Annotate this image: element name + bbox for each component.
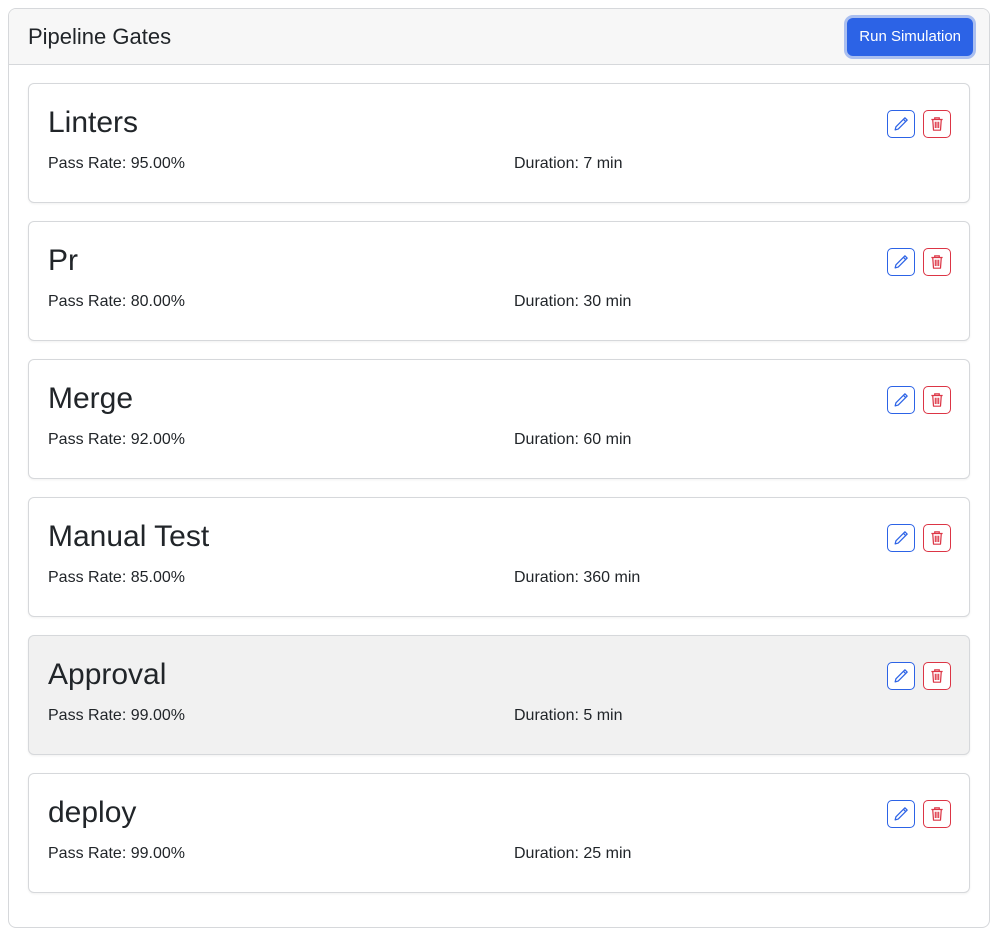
edit-button[interactable] xyxy=(887,110,915,138)
gate-actions xyxy=(887,386,951,414)
trash-icon xyxy=(931,393,943,407)
gate-actions xyxy=(887,800,951,828)
gate-name: Merge xyxy=(48,382,134,415)
gate-list: Linters Pass Rate: 95.00% Duration: 7 mi… xyxy=(9,65,989,893)
gate-duration: Duration: 5 min xyxy=(514,707,623,724)
gate-pass-rate: Pass Rate: 85.00% xyxy=(48,569,185,586)
gate-name: Linters xyxy=(48,106,139,139)
delete-button[interactable] xyxy=(923,662,951,690)
gate-duration: Duration: 360 min xyxy=(514,569,641,586)
panel-header: Pipeline Gates Run Simulation xyxy=(9,9,989,65)
gate-pass-rate: Pass Rate: 99.00% xyxy=(48,845,185,862)
gate-card: deploy Pass Rate: 99.00% Duration: 25 mi… xyxy=(28,773,970,893)
edit-button[interactable] xyxy=(887,524,915,552)
trash-icon xyxy=(931,669,943,683)
pencil-icon xyxy=(894,807,908,821)
gate-name: deploy xyxy=(48,796,137,829)
panel-title: Pipeline Gates xyxy=(28,23,172,49)
pencil-icon xyxy=(894,117,908,131)
gate-pass-rate: Pass Rate: 99.00% xyxy=(48,707,185,724)
trash-icon xyxy=(931,807,943,821)
gate-name: Approval xyxy=(48,658,167,691)
gate-actions xyxy=(887,524,951,552)
trash-icon xyxy=(931,117,943,131)
gate-duration: Duration: 25 min xyxy=(514,845,632,862)
edit-button[interactable] xyxy=(887,386,915,414)
run-simulation-button[interactable]: Run Simulation xyxy=(847,17,973,56)
gate-pass-rate: Pass Rate: 92.00% xyxy=(48,431,185,448)
gate-card: Manual Test Pass Rate: 85.00% Duration: … xyxy=(28,497,970,617)
gate-name: Pr xyxy=(48,244,78,277)
gate-pass-rate: Pass Rate: 80.00% xyxy=(48,293,185,310)
delete-button[interactable] xyxy=(923,800,951,828)
edit-button[interactable] xyxy=(887,800,915,828)
edit-button[interactable] xyxy=(887,662,915,690)
gate-duration: Duration: 60 min xyxy=(514,431,632,448)
pencil-icon xyxy=(894,393,908,407)
gate-card: Merge Pass Rate: 92.00% Duration: 60 min xyxy=(28,359,970,479)
gate-actions xyxy=(887,248,951,276)
pipeline-gates-panel: Pipeline Gates Run Simulation Linters Pa… xyxy=(8,8,990,928)
gate-name: Manual Test xyxy=(48,520,210,553)
gate-card: Approval Pass Rate: 99.00% Duration: 5 m… xyxy=(28,635,970,755)
gate-pass-rate: Pass Rate: 95.00% xyxy=(48,155,185,172)
gate-actions xyxy=(887,110,951,138)
delete-button[interactable] xyxy=(923,110,951,138)
gate-actions xyxy=(887,662,951,690)
trash-icon xyxy=(931,255,943,269)
pencil-icon xyxy=(894,531,908,545)
gate-duration: Duration: 7 min xyxy=(514,155,623,172)
edit-button[interactable] xyxy=(887,248,915,276)
trash-icon xyxy=(931,531,943,545)
gate-card: Pr Pass Rate: 80.00% Duration: 30 min xyxy=(28,221,970,341)
delete-button[interactable] xyxy=(923,524,951,552)
delete-button[interactable] xyxy=(923,386,951,414)
pencil-icon xyxy=(894,255,908,269)
delete-button[interactable] xyxy=(923,248,951,276)
pencil-icon xyxy=(894,669,908,683)
gate-duration: Duration: 30 min xyxy=(514,293,632,310)
gate-card: Linters Pass Rate: 95.00% Duration: 7 mi… xyxy=(28,83,970,203)
